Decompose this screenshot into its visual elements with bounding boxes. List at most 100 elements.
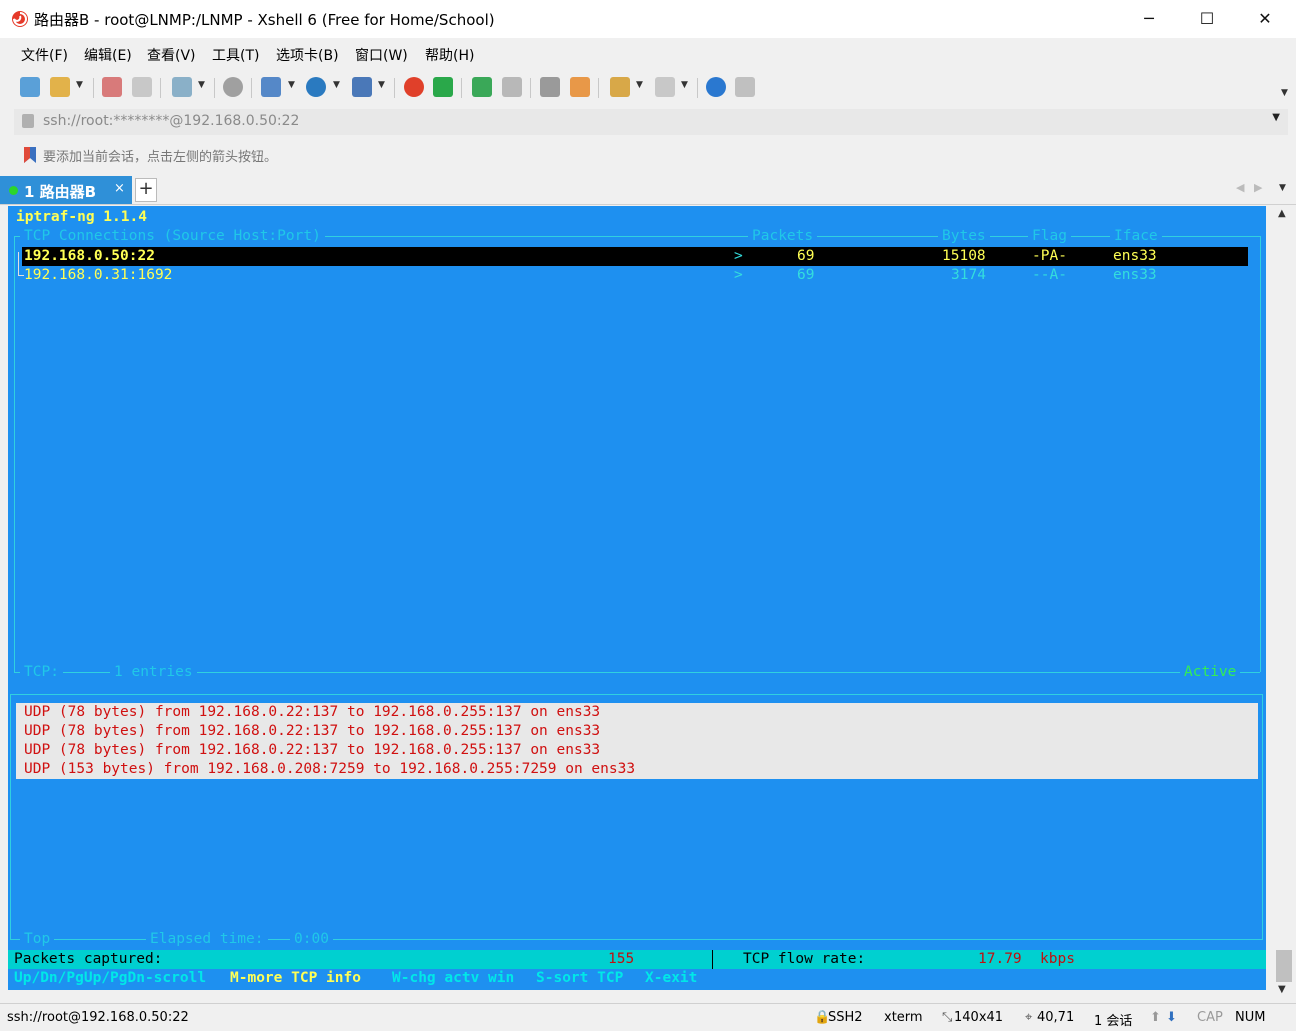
- list-item: UDP (78 bytes) from 192.168.0.22:137 to …: [24, 723, 601, 739]
- table-row-direction: >: [734, 267, 743, 283]
- chat-icon[interactable]: [735, 77, 755, 97]
- font-icon[interactable]: [352, 77, 372, 97]
- xftp-icon[interactable]: [433, 77, 453, 97]
- toolbar-separator: [598, 78, 599, 98]
- menu-file[interactable]: 文件(F): [21, 45, 68, 65]
- other-box-left-border: [10, 694, 11, 940]
- layout-icon[interactable]: [261, 77, 281, 97]
- table-row-flag: -PA-: [1032, 248, 1067, 264]
- properties-dropdown-icon[interactable]: ▼: [198, 80, 205, 90]
- find-icon[interactable]: [223, 77, 243, 97]
- table-row-bytes: 3174: [951, 267, 986, 283]
- table-row-direction: >: [734, 248, 743, 264]
- tcp-box-title: TCP Connections (Source Host:Port): [20, 227, 325, 246]
- terminal-screen[interactable]: iptraf-ng 1.1.4 TCP Connections (Source …: [8, 206, 1266, 990]
- other-box-top-border: [10, 694, 1262, 695]
- tab-scroll-left-icon[interactable]: ◀: [1236, 181, 1244, 194]
- column-packets: Packets: [748, 227, 818, 246]
- scroll-up-icon[interactable]: ▲: [1278, 208, 1286, 219]
- bookmark-icon[interactable]: [22, 146, 38, 164]
- table-row-packets: 69: [797, 267, 815, 283]
- table-row-host[interactable]: 192.168.0.31:1692: [24, 266, 172, 285]
- address-dropdown-icon[interactable]: ▼: [1272, 112, 1280, 123]
- key-hint-change-window: W-chg actv win: [392, 970, 515, 986]
- compose-dropdown-icon[interactable]: ▼: [681, 80, 688, 90]
- elapsed-time-value: 0:00: [290, 930, 333, 949]
- new-tab-dropdown-icon[interactable]: ▼: [636, 80, 643, 90]
- hint-bar: 要添加当前会话，点击左侧的箭头按钮。: [14, 140, 1288, 170]
- address-bar[interactable]: ssh://root:********@192.168.0.50:22 ▼: [14, 109, 1288, 135]
- add-tab-button[interactable]: +: [135, 178, 157, 202]
- xshell-logo-icon: [12, 11, 28, 27]
- lock-icon: [22, 114, 34, 128]
- globe-dropdown-icon[interactable]: ▼: [333, 80, 340, 90]
- tab-bar: [0, 175, 1296, 205]
- toolbar-separator: [160, 78, 161, 98]
- key-hint-scroll: Up/Dn/PgUp/PgDn-scroll: [14, 970, 207, 986]
- column-flag: Flag: [1028, 227, 1071, 246]
- table-row-host[interactable]: 192.168.0.50:22: [24, 247, 155, 266]
- flow-rate-unit: kbps: [1040, 951, 1075, 967]
- new-session-icon[interactable]: [20, 77, 40, 97]
- column-bytes: Bytes: [938, 227, 990, 246]
- new-tab-icon[interactable]: [610, 77, 630, 97]
- stats-divider: [712, 950, 713, 969]
- open-dropdown-icon[interactable]: ▼: [76, 80, 83, 90]
- tab-label: 1 路由器B: [24, 183, 97, 201]
- scroll-position-label: Top: [20, 930, 55, 949]
- tcp-footer-entries: 1 entries: [110, 663, 197, 682]
- tab-scroll-right-icon[interactable]: ▶: [1254, 181, 1262, 194]
- table-row-iface: ens33: [1113, 267, 1157, 283]
- menu-edit[interactable]: 编辑(E): [84, 45, 132, 65]
- layout-dropdown-icon[interactable]: ▼: [288, 80, 295, 90]
- reconnect-icon[interactable]: [102, 77, 122, 97]
- xshell-icon[interactable]: [404, 77, 424, 97]
- keyboard-icon[interactable]: [540, 77, 560, 97]
- key-hint-sort: S-sort TCP: [536, 970, 624, 986]
- tcp-box-right-border: [1260, 236, 1261, 672]
- terminal-scrollbar[interactable]: ▲ ▼: [1274, 206, 1294, 1000]
- table-row-iface: ens33: [1113, 248, 1157, 264]
- help-icon[interactable]: [706, 77, 726, 97]
- menu-view[interactable]: 查看(V): [147, 45, 196, 65]
- tab-list-icon[interactable]: ▼: [1279, 183, 1286, 193]
- tab-session-1[interactable]: 1 路由器B ×: [0, 176, 132, 204]
- lock-icon[interactable]: [502, 77, 522, 97]
- maximize-button[interactable]: ☐: [1178, 0, 1236, 38]
- scroll-down-icon[interactable]: ▼: [1278, 984, 1286, 995]
- terminal-header: iptraf-ng 1.1.4: [16, 209, 147, 225]
- list-item: UDP (78 bytes) from 192.168.0.22:137 to …: [24, 704, 601, 720]
- connection-bracket: [18, 252, 19, 276]
- toolbar-separator: [530, 78, 531, 98]
- minimize-button[interactable]: ─: [1120, 0, 1178, 38]
- open-folder-icon[interactable]: [50, 77, 70, 97]
- toolbar-overflow-icon[interactable]: ▼: [1281, 88, 1288, 98]
- menu-help[interactable]: 帮助(H): [425, 45, 474, 65]
- fullscreen-icon[interactable]: [472, 77, 492, 97]
- key-hint-exit: X-exit: [645, 970, 698, 986]
- key-hint-more-info: M-more TCP info: [230, 970, 361, 986]
- properties-icon[interactable]: [172, 77, 192, 97]
- toolbar-separator: [214, 78, 215, 98]
- menu-tools[interactable]: 工具(T): [212, 45, 259, 65]
- toolbar-separator: [251, 78, 252, 98]
- scrollbar-thumb[interactable]: [1276, 950, 1292, 982]
- list-item: UDP (153 bytes) from 192.168.0.208:7259 …: [24, 761, 636, 777]
- disconnect-icon[interactable]: [132, 77, 152, 97]
- tab-close-icon[interactable]: ×: [114, 181, 125, 196]
- font-dropdown-icon[interactable]: ▼: [378, 80, 385, 90]
- close-button[interactable]: ✕: [1236, 0, 1294, 38]
- toolbar-separator: [461, 78, 462, 98]
- globe-icon[interactable]: [306, 77, 326, 97]
- highlight-icon[interactable]: [570, 77, 590, 97]
- flow-rate-value: 17.79: [978, 951, 1022, 967]
- menu-window[interactable]: 窗口(W): [355, 45, 408, 65]
- table-row-flag: --A-: [1032, 267, 1067, 283]
- menu-tabs[interactable]: 选项卡(B): [276, 45, 339, 65]
- table-row-packets: 69: [797, 248, 815, 264]
- terminal-size-icon: ⤡: [942, 1010, 953, 1025]
- tcp-box-left-border: [14, 236, 15, 672]
- column-iface: Iface: [1110, 227, 1162, 246]
- tcp-footer-state: Active: [1180, 663, 1241, 682]
- compose-icon[interactable]: [655, 77, 675, 97]
